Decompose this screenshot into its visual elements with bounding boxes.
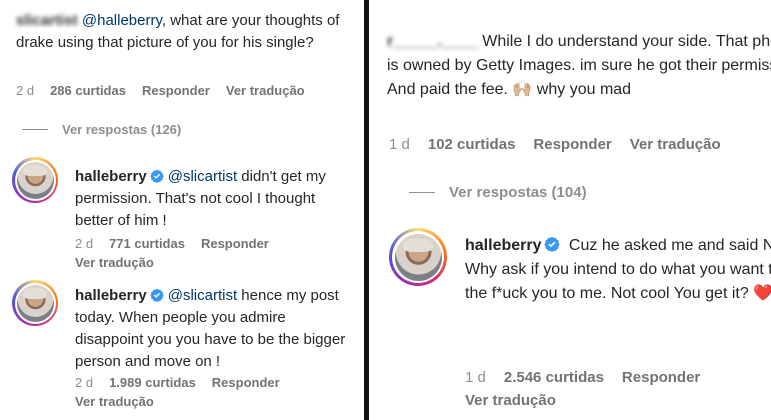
comment-username[interactable]: slicartist xyxy=(16,12,78,29)
verified-badge-icon xyxy=(544,236,561,252)
reply-meta: 1 d 2.546 curtidas Responder xyxy=(465,369,700,386)
reply-time: 2 d xyxy=(75,236,94,251)
likes-count[interactable]: 102 curtidas xyxy=(428,136,516,153)
translate-button[interactable]: Ver tradução xyxy=(75,394,154,409)
view-replies-button[interactable]: Ver respostas (126) xyxy=(22,122,181,137)
mention-link[interactable]: @slicartist xyxy=(168,287,237,304)
replies-divider-line xyxy=(409,192,435,193)
translate-button[interactable]: Ver tradução xyxy=(75,255,154,270)
verified-badge-icon xyxy=(149,288,164,302)
profile-photo-icon xyxy=(16,284,54,322)
likes-count[interactable]: 2.546 curtidas xyxy=(504,369,604,386)
reply-button[interactable]: Responder xyxy=(212,375,280,390)
translate-button[interactable]: Ver tradução xyxy=(226,83,305,98)
profile-photo-icon xyxy=(394,233,442,281)
mention-link[interactable]: @halleberry xyxy=(82,12,162,29)
replies-divider-line xyxy=(22,129,48,130)
reply-meta: 2 d 771 curtidas Responder xyxy=(75,236,269,251)
likes-count[interactable]: 771 curtidas xyxy=(109,236,185,251)
avatar[interactable] xyxy=(389,228,447,286)
avatar[interactable] xyxy=(12,280,58,326)
avatar[interactable] xyxy=(12,157,58,203)
comment-time: 1 d xyxy=(389,136,410,153)
reply-button[interactable]: Responder xyxy=(622,369,700,386)
reply-time: 1 d xyxy=(465,369,486,386)
translate-button[interactable]: Ver tradução xyxy=(465,392,556,409)
reply-button[interactable]: Responder xyxy=(201,236,269,251)
comment-username[interactable]: r_____.____ xyxy=(387,33,478,50)
reply-username[interactable]: halleberry xyxy=(75,168,147,185)
comment-meta: 2 d 286 curtidas Responder Ver tradução xyxy=(16,83,305,98)
likes-count[interactable]: 1.989 curtidas xyxy=(109,375,196,390)
mention-link[interactable]: @slicartist xyxy=(168,168,237,185)
view-replies-label: Ver respostas (104) xyxy=(449,184,587,201)
translate-button[interactable]: Ver tradução xyxy=(630,136,721,153)
reply-meta: 2 d 1.989 curtidas Responder xyxy=(75,375,280,390)
view-replies-label: Ver respostas (126) xyxy=(62,122,182,137)
reply-time: 2 d xyxy=(75,375,94,390)
reply-halleberry: halleberry Cuz he asked me and said NO t… xyxy=(465,234,771,306)
reply-halleberry-2: halleberry @slicartist hence my post toda… xyxy=(75,285,357,373)
reply-username[interactable]: halleberry xyxy=(75,287,147,304)
comment-slicartist: slicartist @halleberry, what are your th… xyxy=(16,10,356,54)
reply-button[interactable]: Responder xyxy=(142,83,210,98)
comment-blurred-user: r_____.____ While I do understand your s… xyxy=(387,30,771,102)
profile-photo-icon xyxy=(16,161,54,199)
left-screenshot-panel: slicartist @halleberry, what are your th… xyxy=(0,0,364,420)
right-screenshot-panel: r_____.____ While I do understand your s… xyxy=(369,0,771,420)
reply-halleberry-1: halleberry @slicartist didn't get my perm… xyxy=(75,166,357,232)
view-replies-button[interactable]: Ver respostas (104) xyxy=(409,184,587,201)
reply-button[interactable]: Responder xyxy=(533,136,611,153)
comment-time: 2 d xyxy=(16,83,35,98)
verified-badge-icon xyxy=(149,169,164,183)
comment-meta: 1 d 102 curtidas Responder Ver tradução xyxy=(389,136,721,153)
reply-username[interactable]: halleberry xyxy=(465,237,541,254)
likes-count[interactable]: 286 curtidas xyxy=(50,83,126,98)
